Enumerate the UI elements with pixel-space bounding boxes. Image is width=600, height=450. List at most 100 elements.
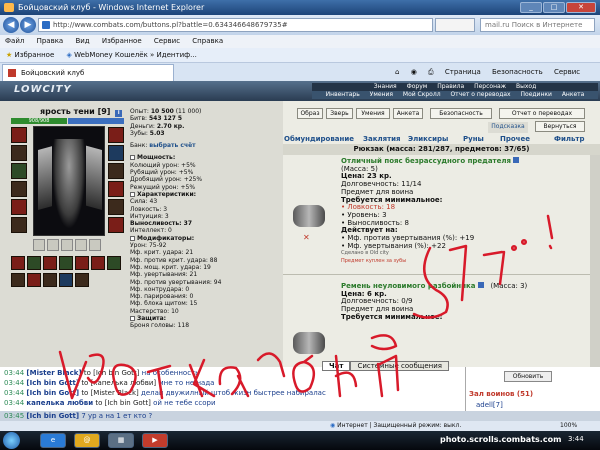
- favorites-button[interactable]: Избранное: [15, 51, 55, 59]
- rune-slot[interactable]: [89, 239, 101, 251]
- back-icon[interactable]: ◀: [3, 17, 19, 33]
- nav-exit[interactable]: Выход: [512, 83, 540, 91]
- menu-view[interactable]: Вид: [70, 35, 94, 48]
- nav-knowledge[interactable]: Знания: [370, 83, 401, 91]
- menu-favorites[interactable]: Избранное: [97, 35, 147, 48]
- collapse-icon[interactable]: [130, 191, 135, 197]
- minimize-button[interactable]: _: [520, 2, 542, 13]
- favorites-link[interactable]: WebMoney Кошелёк » Идентиф...: [74, 51, 197, 59]
- spell-slot[interactable]: [107, 256, 121, 270]
- spell-slot[interactable]: [59, 256, 73, 270]
- tab-system-messages[interactable]: Системные сообщения: [350, 361, 449, 371]
- tab-spells[interactable]: Заклятия: [363, 134, 401, 144]
- nav-inventory[interactable]: Инвентарь: [322, 91, 364, 99]
- info-icon[interactable]: i: [115, 110, 123, 117]
- tab-combats[interactable]: Бойцовский клуб: [2, 64, 174, 81]
- spell-slot[interactable]: [75, 273, 89, 287]
- ring1-slot[interactable]: [108, 181, 124, 197]
- spell-slot[interactable]: [27, 256, 41, 270]
- nav-profile[interactable]: Анкета: [558, 91, 589, 99]
- menu-file[interactable]: Файл: [0, 35, 29, 48]
- refresh-button[interactable]: Обновить: [504, 371, 552, 382]
- shield-slot[interactable]: [108, 163, 124, 179]
- skills-button[interactable]: Умения: [356, 108, 390, 119]
- feeds-icon[interactable]: ◉: [411, 68, 417, 76]
- spell-slot[interactable]: [75, 256, 89, 270]
- tab-chat[interactable]: Чат: [322, 361, 351, 371]
- delete-icon[interactable]: ✕: [303, 233, 310, 242]
- inventory-scrollbar[interactable]: [590, 155, 600, 367]
- hint-link[interactable]: Подсказка: [488, 122, 528, 133]
- chat-sender[interactable]: [Ich bin Gott]: [26, 389, 79, 397]
- info-icon[interactable]: [513, 157, 520, 163]
- chat-recipient[interactable]: to [Mister Black]: [81, 389, 138, 397]
- rune-slot[interactable]: [33, 239, 45, 251]
- star-icon[interactable]: ★: [6, 51, 12, 59]
- chat-recipient[interactable]: to [капелька любви]: [81, 379, 156, 387]
- nav-rules[interactable]: Правила: [433, 83, 468, 91]
- page-menu[interactable]: Страница: [445, 68, 481, 76]
- transfers-button[interactable]: Отчет о переводах: [499, 108, 585, 119]
- tab-runes[interactable]: Руны: [463, 134, 484, 144]
- collapse-icon[interactable]: [130, 316, 135, 322]
- helmet-slot[interactable]: [11, 127, 27, 143]
- tab-equipment[interactable]: Обмундирование: [284, 134, 354, 144]
- ring2-slot[interactable]: [108, 199, 124, 215]
- ie-taskbar-icon[interactable]: e: [40, 433, 66, 448]
- safety-menu[interactable]: Безопасность: [492, 68, 543, 76]
- gloves-slot[interactable]: [108, 145, 124, 161]
- chat-recipient[interactable]: to [Ich bin Gott]: [95, 399, 151, 407]
- nav-character[interactable]: Персонаж: [470, 83, 510, 91]
- spell-slot[interactable]: [27, 273, 41, 287]
- info-icon[interactable]: [477, 282, 484, 288]
- print-icon[interactable]: ⎙: [428, 68, 434, 76]
- boots-slot[interactable]: [108, 217, 124, 233]
- menu-help[interactable]: Справка: [187, 35, 228, 48]
- collapse-icon[interactable]: [130, 235, 135, 241]
- pet-button[interactable]: Зверь: [326, 108, 353, 119]
- chat-sender[interactable]: [Ich bin Gott]: [26, 412, 79, 420]
- bracers-slot[interactable]: [11, 217, 27, 233]
- profile-button[interactable]: Анкета: [393, 108, 423, 119]
- return-button[interactable]: Вернуться: [535, 121, 585, 132]
- online-user[interactable]: adell[7]: [476, 401, 503, 409]
- menu-edit[interactable]: Правка: [32, 35, 69, 48]
- maximize-button[interactable]: □: [543, 2, 565, 13]
- chat-recipient[interactable]: to [Ich bin Gott]: [84, 369, 140, 377]
- chat-sender[interactable]: [Mister Black]: [26, 369, 81, 377]
- explorer-taskbar-icon[interactable]: ▦: [108, 433, 134, 448]
- spell-slot[interactable]: [43, 273, 57, 287]
- tab-filter[interactable]: Фильтр: [554, 134, 584, 144]
- close-button[interactable]: ✕: [566, 2, 596, 13]
- security-button[interactable]: Безопасность: [430, 108, 492, 119]
- tools-menu[interactable]: Сервис: [554, 68, 580, 76]
- start-button[interactable]: [3, 432, 20, 449]
- spell-slot[interactable]: [91, 256, 105, 270]
- rune-slot[interactable]: [47, 239, 59, 251]
- image-button[interactable]: Образ: [297, 108, 323, 119]
- address-bar[interactable]: http://www.combats.com/buttons.pl?battle…: [38, 18, 433, 32]
- item-name[interactable]: Ремень неуловимого разбойника: [341, 282, 476, 290]
- earrings-slot[interactable]: [108, 127, 124, 143]
- item-name[interactable]: Отличный пояс безрассудного предателя: [341, 157, 511, 165]
- zoom-level[interactable]: 100%: [560, 421, 577, 431]
- search-input[interactable]: mail.ru Поиск в Интернете: [480, 18, 595, 32]
- refresh-stop-buttons[interactable]: [435, 18, 475, 32]
- nav-scroll[interactable]: Мой Скролл: [399, 91, 445, 99]
- belt-slot[interactable]: [11, 199, 27, 215]
- spell-slot[interactable]: [11, 273, 25, 287]
- belt-item-image[interactable]: [293, 205, 325, 227]
- spell-slot[interactable]: [43, 256, 57, 270]
- armor-slot[interactable]: [11, 181, 27, 197]
- rune-slot[interactable]: [61, 239, 73, 251]
- chat-sender[interactable]: капелька любви: [26, 399, 93, 407]
- weapon-slot[interactable]: [11, 163, 27, 179]
- nav-transfers[interactable]: Отчет о переводах: [446, 91, 514, 99]
- belt-item-image[interactable]: [293, 332, 325, 354]
- forward-icon[interactable]: ▶: [20, 17, 36, 33]
- spell-slot[interactable]: [59, 273, 73, 287]
- amulet-slot[interactable]: [11, 145, 27, 161]
- player-taskbar-icon[interactable]: ▶: [142, 433, 168, 448]
- menu-tools[interactable]: Сервис: [149, 35, 185, 48]
- mail-taskbar-icon[interactable]: @: [74, 433, 100, 448]
